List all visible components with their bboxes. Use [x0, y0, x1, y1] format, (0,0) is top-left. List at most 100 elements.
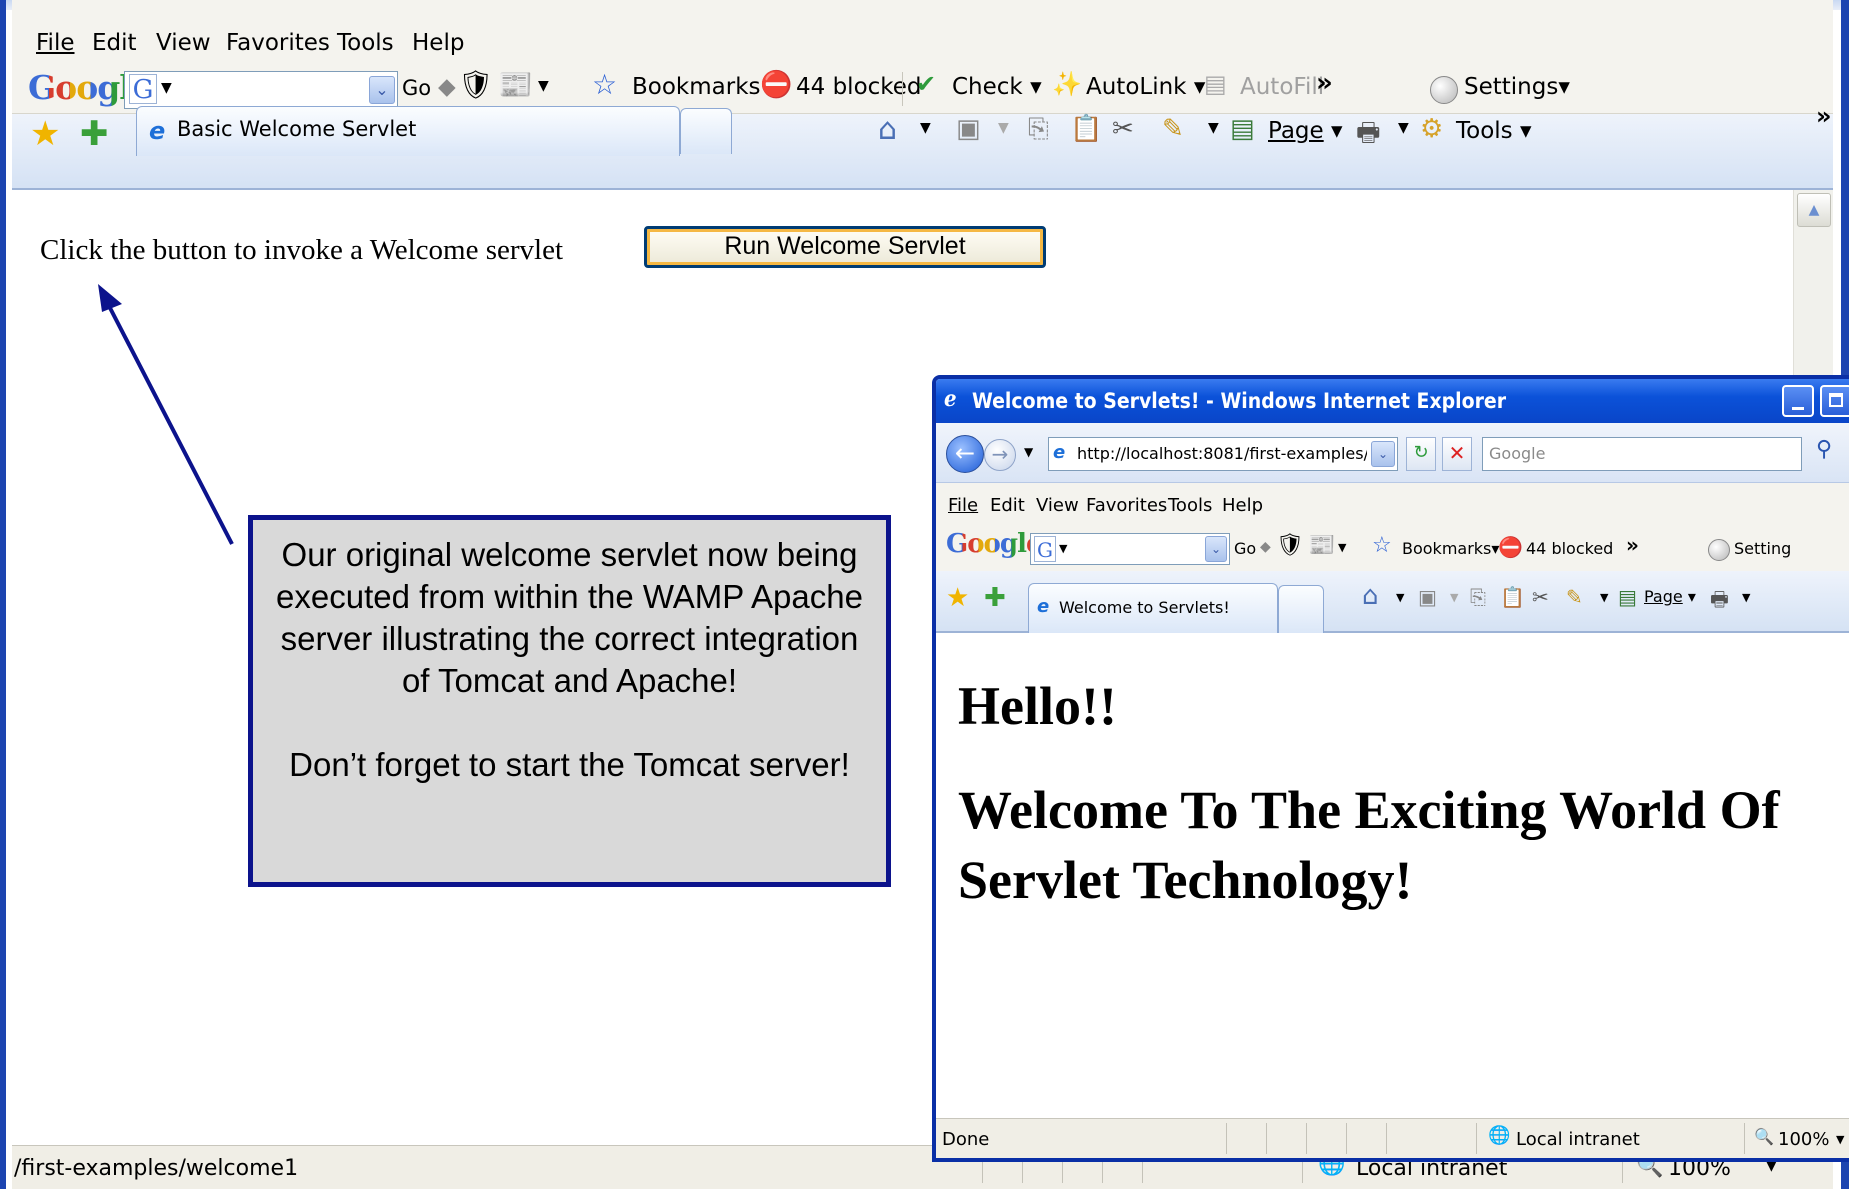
menu-edit[interactable]: Edit: [92, 30, 137, 56]
popup-menu-edit[interactable]: Edit: [990, 495, 1025, 516]
popup-search-input[interactable]: Google: [1482, 437, 1802, 471]
menu-favorites[interactable]: Favorites: [226, 30, 330, 56]
new-tab-button[interactable]: [680, 108, 732, 154]
bookmarks-star-icon[interactable]: ☆: [592, 68, 617, 101]
add-favorite-icon[interactable]: ✚: [80, 114, 109, 154]
favorites-center-icon[interactable]: ★: [30, 114, 60, 154]
tab-basic-welcome-servlet[interactable]: e Basic Welcome Servlet: [136, 106, 680, 156]
popup-home-dropdown-icon[interactable]: ▼: [1396, 591, 1404, 604]
search-dropdown-icon[interactable]: ⌄: [369, 76, 395, 104]
popup-edit-dropdown-icon[interactable]: ▼: [1600, 591, 1608, 604]
bookmarks-button[interactable]: Bookmarks ▾: [632, 74, 779, 100]
popup-paste-icon[interactable]: 📋: [1500, 585, 1525, 609]
home-icon[interactable]: ⌂: [878, 112, 897, 147]
popup-menu-tools[interactable]: Tools: [1168, 495, 1212, 516]
popup-status-zoom[interactable]: 100%: [1778, 1129, 1829, 1150]
popup-favorites-center-icon[interactable]: ★: [946, 583, 969, 613]
home-dropdown-icon[interactable]: ▼: [920, 120, 931, 136]
autolink-icon[interactable]: ✨: [1052, 70, 1082, 98]
popup-cut-icon[interactable]: ✂: [1532, 585, 1549, 609]
popup-news-icon[interactable]: 📰: [1308, 533, 1335, 558]
settings-icon[interactable]: [1430, 76, 1458, 104]
popup-back-button[interactable]: ←: [946, 435, 984, 473]
edit-dropdown-icon[interactable]: ▼: [1208, 120, 1219, 136]
popup-g-dropdown-icon[interactable]: ▼: [1059, 542, 1067, 555]
settings-button[interactable]: Settings▾: [1464, 74, 1570, 100]
copy-icon[interactable]: ⎘: [1028, 114, 1049, 145]
print-dropdown-icon[interactable]: ▼: [1398, 120, 1409, 136]
page-icon[interactable]: ▤: [1230, 114, 1255, 144]
scroll-up-icon[interactable]: ▲: [1797, 193, 1831, 227]
popup-feeds-dropdown-icon[interactable]: ▼: [1450, 591, 1458, 604]
popup-menu-favorites[interactable]: Favorites: [1086, 495, 1167, 516]
popup-bookmarks-button[interactable]: Bookmarks▾: [1402, 539, 1499, 558]
run-welcome-servlet-button[interactable]: Run Welcome Servlet: [644, 226, 1046, 268]
popup-feeds-icon[interactable]: ▣: [1418, 585, 1437, 609]
autofill-button[interactable]: AutoFill: [1240, 74, 1324, 100]
popup-bookmarks-star-icon[interactable]: ☆: [1372, 533, 1392, 558]
feeds-icon[interactable]: ▣: [956, 114, 981, 144]
popup-google-g-icon[interactable]: G: [1034, 536, 1056, 562]
popup-print-icon[interactable]: 🖶: [1710, 585, 1729, 619]
tab-toolbar-overflow-chevron[interactable]: »: [1816, 102, 1832, 130]
popup-pagerank-icon[interactable]: 🛡: [1276, 533, 1304, 558]
popup-print-dropdown-icon[interactable]: ▼: [1742, 591, 1750, 604]
popup-toolbar-overflow-chevron[interactable]: »: [1626, 533, 1639, 557]
google-g-icon[interactable]: G: [129, 74, 157, 105]
toolbar-overflow-chevron[interactable]: »: [1316, 68, 1333, 98]
popup-menu-view[interactable]: View: [1036, 495, 1079, 516]
popup-blocker-icon[interactable]: ⛔: [760, 70, 792, 100]
autofill-icon[interactable]: ▤: [1204, 70, 1227, 98]
popup-blocked-count[interactable]: 44 blocked: [1526, 539, 1613, 558]
tools-menu[interactable]: Tools ▾: [1456, 118, 1532, 144]
popup-blocker-icon[interactable]: ⛔: [1498, 535, 1523, 559]
menu-view[interactable]: View: [156, 30, 211, 56]
news-icon[interactable]: 📰: [498, 68, 533, 101]
news-dropdown-icon[interactable]: ▼: [538, 78, 549, 94]
popup-edit-pen-icon[interactable]: ✎: [1566, 585, 1583, 609]
print-icon[interactable]: 🖶: [1356, 114, 1381, 158]
popup-search-dropdown-icon[interactable]: ⌄: [1205, 536, 1227, 562]
page-menu[interactable]: Page ▾: [1268, 118, 1343, 144]
menu-help[interactable]: Help: [412, 30, 464, 56]
popup-address-input[interactable]: e http://localhost:8081/first-examples/w…: [1048, 437, 1398, 471]
popup-zoom-icon[interactable]: 🔍: [1754, 1127, 1774, 1146]
popup-maximize-button[interactable]: [1820, 385, 1849, 417]
popup-page-menu[interactable]: Page ▾: [1644, 587, 1696, 606]
popup-forward-button[interactable]: →: [984, 439, 1016, 471]
check-button[interactable]: Check ▾: [952, 74, 1042, 100]
popup-home-icon[interactable]: ⌂: [1362, 581, 1379, 611]
popup-go-button[interactable]: Go: [1234, 539, 1256, 558]
autolink-button[interactable]: AutoLink ▾: [1086, 74, 1205, 100]
popup-menu-help[interactable]: Help: [1222, 495, 1263, 516]
spellcheck-icon[interactable]: ✔: [916, 70, 936, 98]
google-g-dropdown-icon[interactable]: ▼: [161, 80, 172, 96]
popup-address-dropdown-icon[interactable]: ⌄: [1371, 441, 1395, 467]
popup-add-favorite-icon[interactable]: ✚: [984, 583, 1006, 613]
pagerank-icon[interactable]: 🛡: [458, 68, 494, 101]
popup-search-icon[interactable]: ⚲: [1816, 437, 1832, 462]
popup-google-search-input[interactable]: G ▼ ⌄: [1030, 533, 1230, 565]
popup-page-icon[interactable]: ▤: [1618, 585, 1637, 609]
popup-tab-welcome[interactable]: e Welcome to Servlets!: [1028, 583, 1278, 633]
popup-zoom-dropdown-icon[interactable]: ▼: [1836, 1133, 1844, 1146]
go-button[interactable]: Go: [402, 76, 431, 100]
popup-history-dropdown-icon[interactable]: ▼: [1024, 445, 1033, 459]
tools-gear-icon[interactable]: ⚙: [1420, 114, 1443, 144]
cut-icon[interactable]: ✂: [1112, 114, 1134, 144]
popup-stop-button[interactable]: ✕: [1442, 437, 1472, 471]
popup-settings-button[interactable]: Setting: [1734, 539, 1791, 558]
google-search-input[interactable]: G ▼ ⌄: [124, 71, 398, 109]
paste-icon[interactable]: 📋: [1070, 114, 1102, 144]
popup-copy-icon[interactable]: ⎘: [1470, 585, 1486, 609]
popup-refresh-button[interactable]: ↻: [1406, 437, 1436, 471]
popup-new-tab-button[interactable]: [1278, 585, 1324, 633]
menu-tools[interactable]: Tools: [337, 30, 394, 56]
popup-minimize-button[interactable]: [1782, 385, 1814, 417]
edit-pen-icon[interactable]: ✎: [1162, 114, 1184, 144]
feeds-dropdown-icon[interactable]: ▼: [998, 120, 1009, 136]
popup-news-dropdown-icon[interactable]: ▼: [1338, 541, 1346, 554]
popup-settings-icon[interactable]: [1708, 539, 1730, 561]
menu-file[interactable]: File: [36, 30, 75, 56]
popup-menu-file[interactable]: File: [948, 495, 978, 516]
